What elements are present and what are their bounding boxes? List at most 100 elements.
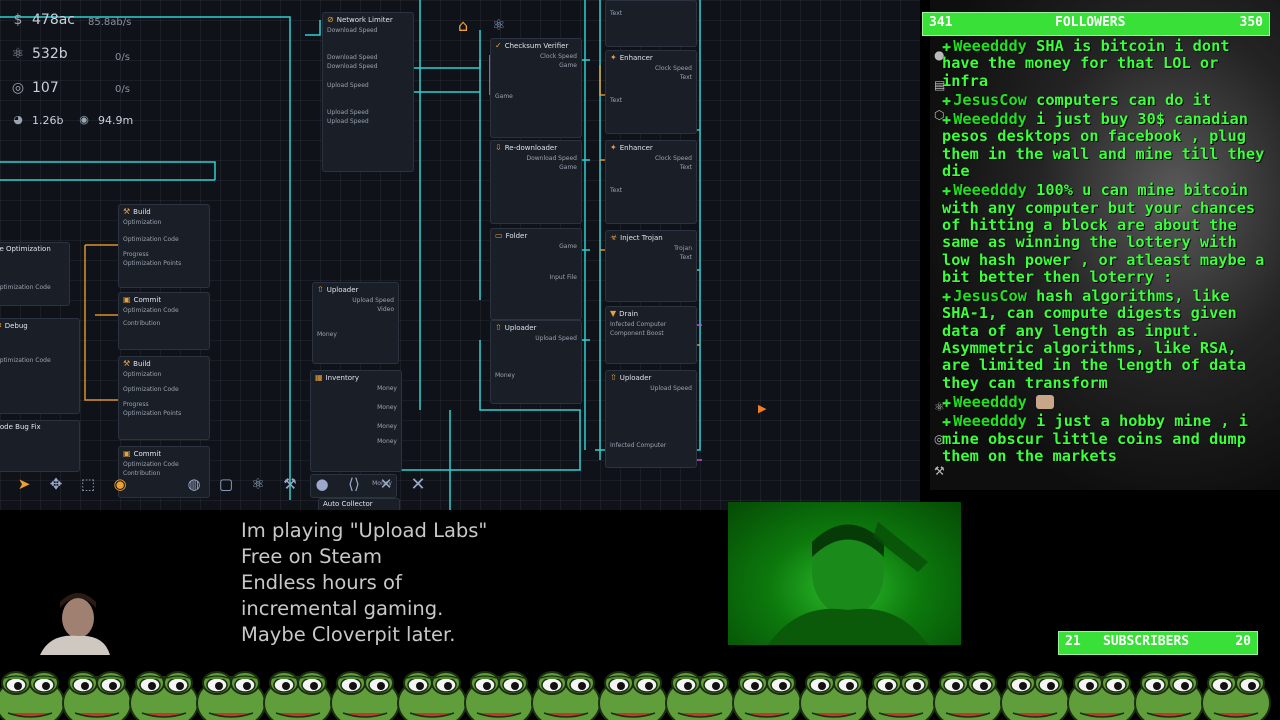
node-label: Download Speed bbox=[526, 155, 577, 162]
node-commit-1[interactable]: ▣ Commit Optimization Code Contribution bbox=[118, 292, 210, 350]
node-title: Checksum Verifier bbox=[504, 41, 569, 50]
chat-message: ✚ Weeedddy SHA is bitcoin i dont have the… bbox=[942, 37, 1272, 90]
node-label: Upload Speed bbox=[327, 118, 369, 125]
node-title: Commit bbox=[133, 449, 162, 458]
person-icon[interactable]: ● bbox=[306, 470, 338, 498]
node-title: Uploader bbox=[326, 285, 359, 294]
node-label: Money bbox=[317, 331, 337, 338]
upload-icon: ⇧ bbox=[317, 285, 324, 294]
home-icon[interactable]: ⌂ bbox=[458, 16, 468, 35]
select-icon[interactable]: ⬚ bbox=[72, 470, 104, 498]
chat-username: Weeedddy bbox=[953, 392, 1027, 411]
node-label: Optimization Code bbox=[123, 461, 179, 468]
target-icon: ◉ bbox=[79, 113, 89, 126]
money-resource: $ 478ac bbox=[10, 12, 75, 28]
commit-icon: ▣ bbox=[123, 449, 131, 458]
node-build-2[interactable]: ⚒ Build Optimization Optimization Code Pr… bbox=[118, 356, 210, 440]
chat-username: JesusCow bbox=[953, 287, 1027, 306]
inventory-icon: ▦ bbox=[315, 373, 323, 382]
node-title: Uploader bbox=[619, 373, 652, 382]
pie-icon: ◕ bbox=[13, 113, 23, 126]
node-title: Drain bbox=[619, 309, 639, 318]
node-inventory[interactable]: ▦ Inventory Money Money Money Money bbox=[310, 370, 402, 472]
node-enhancer-1[interactable]: ✦ Enhancer Clock Speed Text Text bbox=[605, 50, 697, 134]
node-auto-collector[interactable]: Auto Collector bbox=[318, 498, 400, 510]
node-title: de Optimization bbox=[0, 245, 51, 253]
frog-emote bbox=[799, 671, 869, 720]
node-code-optimization[interactable]: de Optimization Optimization Code bbox=[0, 242, 70, 306]
node-network-limiter[interactable]: ⊘ Network Limiter Download Speed Download… bbox=[322, 12, 414, 172]
node-drain[interactable]: ▼ Drain Infected Computer Component Boost bbox=[605, 306, 697, 364]
node-text[interactable]: Text bbox=[605, 0, 697, 47]
node-uploader-2[interactable]: ⇧ Uploader Upload Speed Infected Computer bbox=[605, 370, 697, 468]
node-build-1[interactable]: ⚒ Build Optimization Optimization Code Pr… bbox=[118, 204, 210, 288]
upload-icon: ⇧ bbox=[495, 323, 502, 332]
target-value: 94.9m bbox=[98, 113, 134, 127]
frog-emote-row bbox=[0, 655, 1280, 720]
node-code-bug-fix[interactable]: Code Bug Fix bbox=[0, 420, 80, 472]
node-enhancer-2[interactable]: ✦ Enhancer Clock Speed Text Text bbox=[605, 140, 697, 224]
hammer-icon: ⚒ bbox=[123, 207, 131, 216]
node-label: Text bbox=[610, 187, 623, 194]
followers-right: 350 bbox=[1239, 15, 1263, 30]
node-label: Optimization Code bbox=[0, 357, 51, 364]
square-icon[interactable]: ▢ bbox=[210, 470, 242, 498]
frog-emote bbox=[263, 671, 333, 720]
node-folder[interactable]: ▭ Folder Game Input File bbox=[490, 228, 582, 320]
globe-icon[interactable]: ◍ bbox=[178, 470, 210, 498]
node-debug[interactable]: ✱Debug Optimization Code bbox=[0, 318, 80, 414]
node-title: Enhancer bbox=[619, 53, 653, 62]
mouse-cursor-icon: ▶ bbox=[758, 402, 767, 415]
code-icon[interactable]: ⟨⟩ bbox=[338, 470, 370, 498]
frog-emote bbox=[866, 671, 936, 720]
disc-icon: ◎ bbox=[11, 80, 25, 96]
webcam-feed bbox=[728, 502, 961, 645]
upload-icon: ⇧ bbox=[610, 373, 617, 382]
record-icon[interactable]: ◉ bbox=[104, 470, 136, 498]
frog-emote bbox=[1067, 671, 1137, 720]
node-label: Money bbox=[377, 404, 397, 411]
node-inject-trojan[interactable]: ☣ Inject Trojan Trojan Text bbox=[605, 230, 697, 302]
game-canvas[interactable]: $ 478ac 85.8ab/s ⚛ 532b 0/s ◎ 107 0/s ◕ … bbox=[0, 0, 920, 510]
pie-stat: ◕ 1.26b bbox=[10, 112, 63, 128]
hammer-icon[interactable]: ⚒ bbox=[274, 470, 306, 498]
node-label: Optimization Code bbox=[123, 307, 179, 314]
atom-icon[interactable]: ⚛ bbox=[242, 470, 274, 498]
node-label: Game bbox=[559, 243, 577, 250]
enhancer-icon: ✦ bbox=[610, 143, 617, 152]
chat-message: ✚ JesusCow computers can do it bbox=[942, 90, 1272, 109]
node-title: Inventory bbox=[325, 373, 359, 382]
node-label: Optimization Points bbox=[123, 260, 182, 267]
atom-icon: ⚛ bbox=[11, 46, 25, 62]
chat-text: computers can do it bbox=[1036, 90, 1212, 109]
node-uploader[interactable]: ⇧ Uploader Upload Speed Money bbox=[490, 320, 582, 404]
chat-panel: ✚ Weeedddy SHA is bitcoin i dont have the… bbox=[942, 37, 1272, 558]
hammer-icon: ⚒ bbox=[123, 359, 131, 368]
node-label: Money bbox=[377, 423, 397, 430]
node-label: Optimization Code bbox=[123, 386, 179, 393]
frog-emote bbox=[1134, 671, 1204, 720]
commit-icon: ▣ bbox=[123, 295, 131, 304]
node-label: Upload Speed bbox=[535, 335, 577, 342]
node-title: Re-downloader bbox=[504, 143, 558, 152]
folder-icon: ▭ bbox=[495, 231, 503, 240]
disc-rate: 0/s bbox=[115, 84, 130, 95]
node-label: Game bbox=[559, 164, 577, 171]
frog-emote bbox=[0, 671, 65, 720]
node-re-downloader[interactable]: ⇩ Re-downloader Download Speed Game bbox=[490, 140, 582, 224]
node-title: Folder bbox=[505, 231, 528, 240]
node-uploader-3[interactable]: ⇧ Uploader Upload Speed Video Money bbox=[312, 282, 399, 364]
frog-emote bbox=[464, 671, 534, 720]
tools-icon[interactable]: ✕ bbox=[370, 470, 402, 498]
node-checksum-verifier[interactable]: ✓ Checksum Verifier Clock Speed Game Game bbox=[490, 38, 582, 138]
chat-message: ✚ JesusCow hash algorithms, like SHA-1, c… bbox=[942, 287, 1272, 392]
move-icon[interactable]: ✥ bbox=[40, 470, 72, 498]
node-title: Build bbox=[133, 359, 151, 368]
node-title: Debug bbox=[4, 321, 28, 330]
disc-resource: ◎ 107 bbox=[10, 80, 59, 96]
node-label: Text bbox=[610, 97, 623, 104]
close-icon[interactable]: ✕ bbox=[402, 470, 434, 498]
cursor-icon[interactable]: ➤ bbox=[8, 470, 40, 498]
atom-icon[interactable]: ⚛ bbox=[492, 16, 505, 34]
node-label: Optimization Code bbox=[123, 236, 179, 243]
